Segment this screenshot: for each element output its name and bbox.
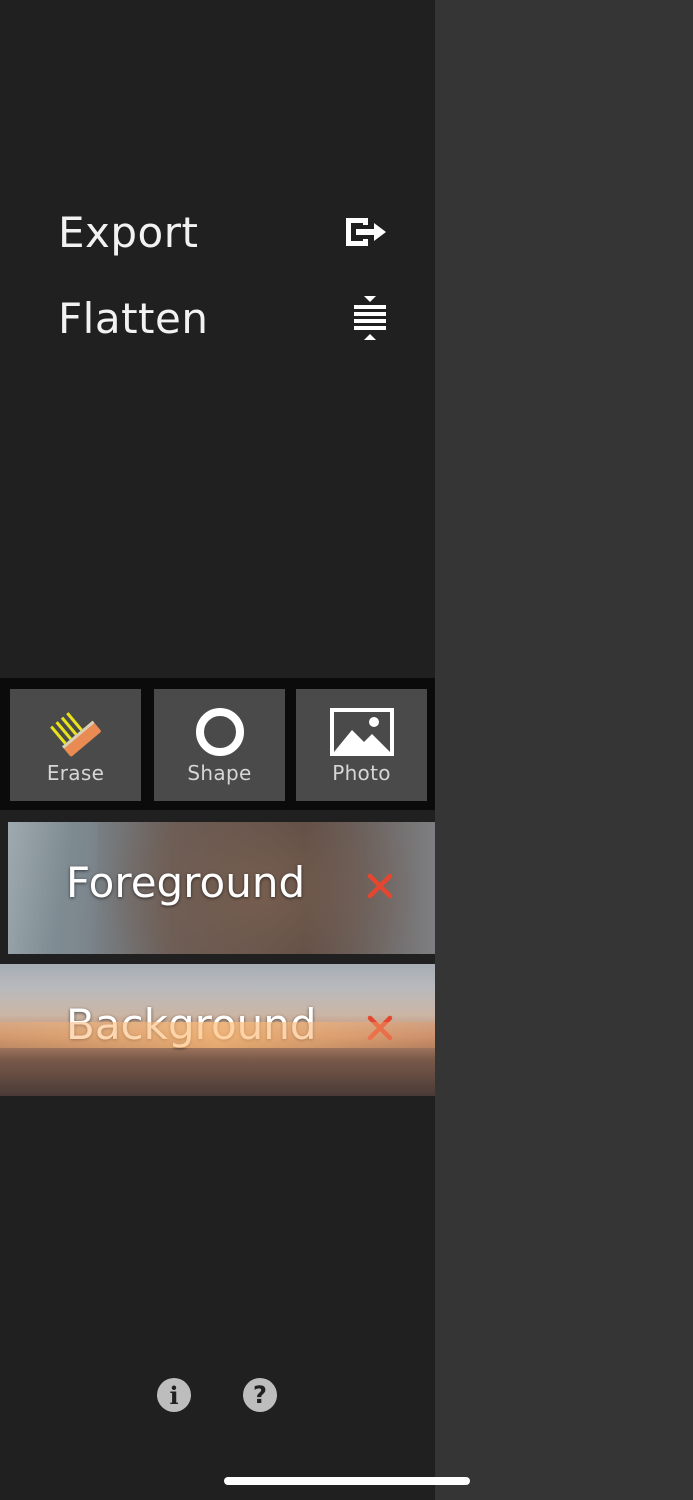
footer-icons: i ? xyxy=(157,1378,277,1412)
layers-sidebar: Export Flatten Erase Shape Photo Foregro… xyxy=(0,0,435,1500)
photo-icon xyxy=(329,707,394,757)
layer-name: Background xyxy=(66,1000,317,1049)
export-menu-item[interactable]: Export xyxy=(58,202,388,262)
flatten-menu-item[interactable]: Flatten xyxy=(58,288,388,348)
eraser-icon xyxy=(48,707,104,757)
layer-divider xyxy=(0,820,8,956)
export-label: Export xyxy=(58,207,199,257)
close-icon[interactable] xyxy=(362,1010,398,1046)
layer-row-foreground[interactable]: Foreground xyxy=(0,822,435,954)
shape-tool-button[interactable]: Shape xyxy=(154,689,285,801)
app-screen: Export Flatten Erase Shape Photo Foregro… xyxy=(0,0,693,1500)
help-icon[interactable]: ? xyxy=(243,1378,277,1412)
photo-tool-button[interactable]: Photo xyxy=(296,689,427,801)
info-icon[interactable]: i xyxy=(157,1378,191,1412)
flatten-label: Flatten xyxy=(58,293,209,343)
flatten-icon xyxy=(352,296,388,340)
shape-label: Shape xyxy=(187,761,252,785)
photo-label: Photo xyxy=(332,761,391,785)
export-icon xyxy=(344,216,388,248)
home-indicator[interactable] xyxy=(224,1477,470,1485)
layer-row-background[interactable]: Background xyxy=(0,964,435,1096)
layer-name: Foreground xyxy=(66,858,306,907)
close-icon[interactable] xyxy=(362,868,398,904)
erase-tool-button[interactable]: Erase xyxy=(10,689,141,801)
circle-shape-icon xyxy=(194,707,246,757)
tool-strip: Erase Shape Photo xyxy=(0,678,435,810)
erase-label: Erase xyxy=(46,761,105,785)
